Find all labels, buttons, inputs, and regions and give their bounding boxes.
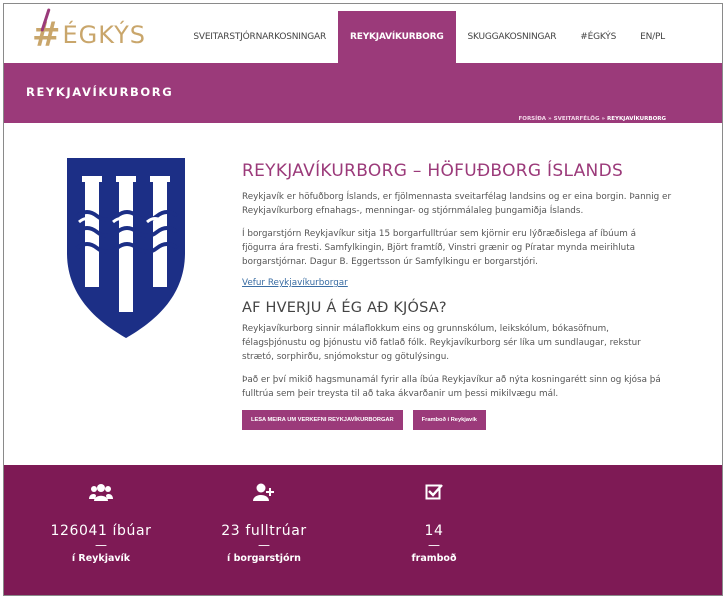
stat-number: 126041 íbúar bbox=[50, 523, 152, 539]
stat-candidates: 14 — framboð bbox=[359, 481, 509, 564]
stat-divider: — bbox=[95, 538, 107, 552]
reykjavik-coat-of-arms-icon bbox=[67, 158, 185, 338]
stat-number: 23 fulltrúar bbox=[221, 523, 307, 539]
action-buttons: LESA MEIRA UM VERKEFNI REYKJAVÍKURBORGAR… bbox=[242, 410, 672, 430]
site-logo[interactable]: # ÉGKÝS bbox=[32, 8, 147, 56]
site-header: # ÉGKÝS SVEITARSTJÓRNARKOSNINGAR REYKJAV… bbox=[4, 4, 722, 63]
nav-item-sveitarstjornarkosningar[interactable]: SVEITARSTJÓRNARKOSNINGAR bbox=[181, 11, 338, 63]
stat-label: framboð bbox=[411, 553, 457, 564]
breadcrumb-section[interactable]: SVEITARFÉLÖG bbox=[554, 116, 600, 122]
breadcrumb-home[interactable]: FORSÍÐA bbox=[519, 116, 547, 122]
main-nav: SVEITARSTJÓRNARKOSNINGAR REYKJAVÍKURBORG… bbox=[181, 11, 677, 63]
browser-frame: # ÉGKÝS SVEITARSTJÓRNARKOSNINGAR REYKJAV… bbox=[3, 3, 723, 596]
add-user-icon bbox=[189, 481, 339, 503]
checkbox-icon bbox=[359, 481, 509, 503]
why-vote-heading: AF HVERJU Á ÉG AÐ KJÓSA? bbox=[242, 300, 447, 316]
city-website-link[interactable]: Vefur Reykjavíkurborgar bbox=[242, 278, 672, 288]
stat-divider: — bbox=[428, 538, 440, 552]
intro-paragraph: Reykjavík er höfuðborg Íslands, er fjölm… bbox=[242, 192, 672, 216]
users-icon bbox=[26, 481, 176, 503]
article-heading: REYKJAVÍKURBORG – HÖFUÐBORG ÍSLANDS bbox=[242, 161, 624, 181]
breadcrumb-current: REYKJAVÍKURBORG bbox=[607, 116, 666, 122]
stat-residents: 126041 íbúar — í Reykjavík bbox=[26, 481, 176, 564]
stat-label: í borgarstjórn bbox=[227, 553, 301, 564]
logo-hash: # bbox=[32, 15, 61, 55]
content-area: REYKJAVÍKURBORG – HÖFUÐBORG ÍSLANDS Reyk… bbox=[4, 123, 722, 465]
nav-item-skuggakosningar[interactable]: SKUGGAKOSNINGAR bbox=[456, 11, 569, 63]
candidates-button[interactable]: Framboð í Reykjavík bbox=[412, 410, 486, 430]
breadcrumb-separator: » bbox=[601, 116, 606, 122]
services-paragraph: Reykjavíkurborg sinnir málaflokkum eins … bbox=[242, 324, 641, 362]
logo-text: ÉGKÝS bbox=[62, 21, 147, 49]
page-title: REYKJAVÍKURBORG bbox=[26, 85, 174, 99]
importance-paragraph: Það er því mikið hagsmunamál fyrir alla … bbox=[242, 375, 661, 399]
read-more-button[interactable]: LESA MEIRA UM VERKEFNI REYKJAVÍKURBORGAR bbox=[242, 410, 403, 430]
page-title-band: REYKJAVÍKURBORG FORSÍÐA » SVEITARFÉLÖG »… bbox=[4, 63, 722, 123]
nav-item-reykjavikurborg[interactable]: REYKJAVÍKURBORG bbox=[338, 11, 456, 63]
breadcrumb-separator: » bbox=[548, 116, 552, 122]
nav-item-egkys[interactable]: #ÉGKÝS bbox=[568, 11, 628, 63]
main-article: REYKJAVÍKURBORG – HÖFUÐBORG ÍSLANDS Reyk… bbox=[242, 161, 672, 430]
nav-item-language[interactable]: EN/PL bbox=[628, 11, 677, 63]
stat-councillors: 23 fulltrúar — í borgarstjórn bbox=[189, 481, 339, 564]
breadcrumb: FORSÍÐA » SVEITARFÉLÖG » REYKJAVÍKURBORG bbox=[519, 116, 666, 122]
stat-number: 14 bbox=[424, 523, 444, 539]
stat-divider: — bbox=[258, 538, 270, 552]
stat-label: í Reykjavík bbox=[71, 553, 131, 564]
stats-band: 126041 íbúar — í Reykjavík 23 fulltrúar … bbox=[4, 465, 722, 595]
council-paragraph: Í borgarstjórn Reykjavíkur sitja 15 borg… bbox=[242, 229, 637, 267]
